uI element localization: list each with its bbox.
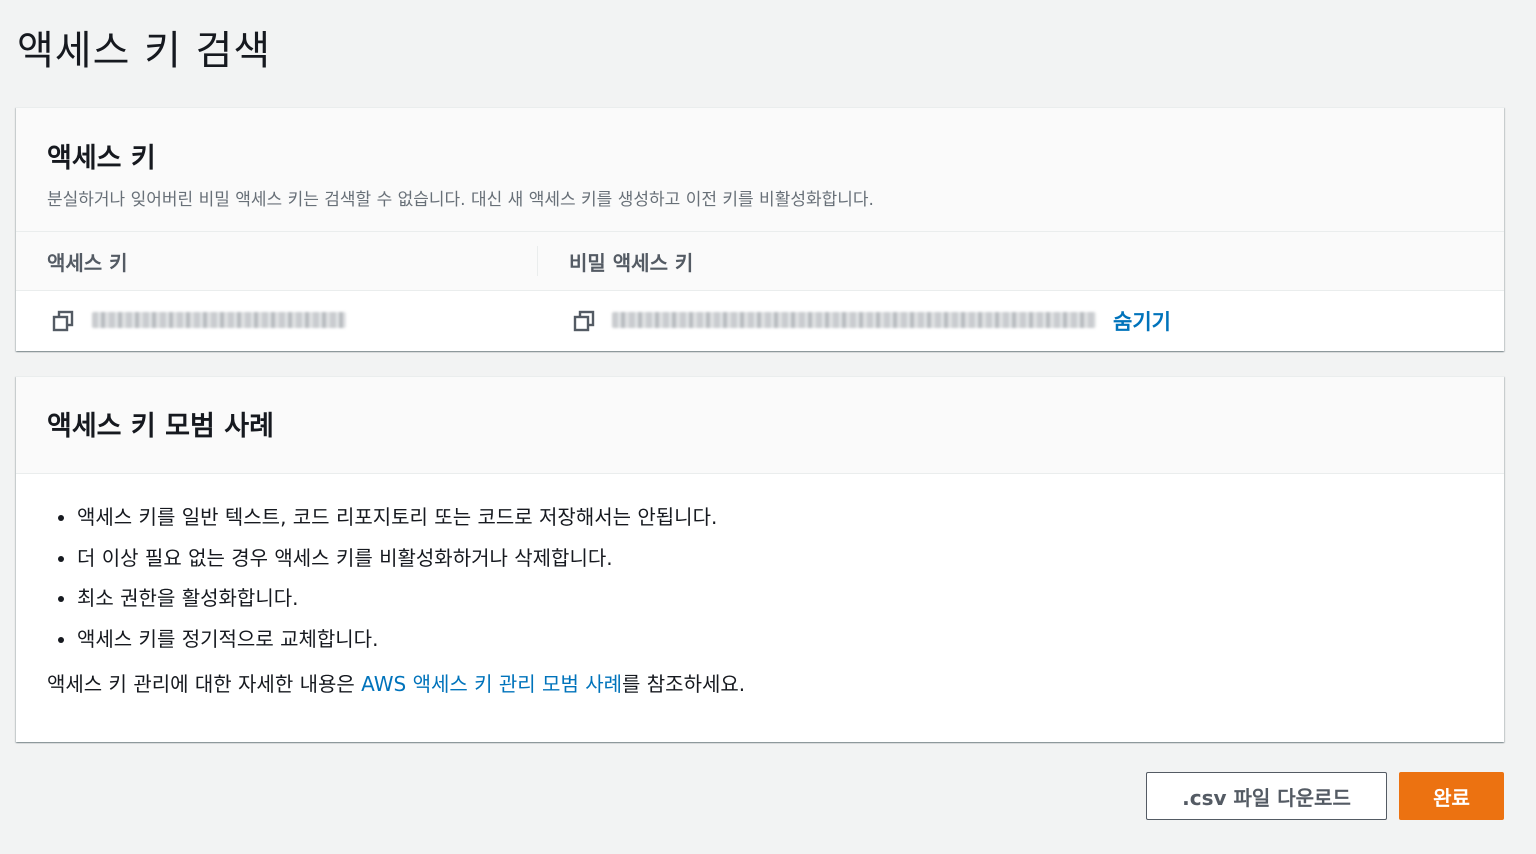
access-key-panel-header: 액세스 키 분실하거나 잊어버린 비밀 액세스 키는 검색할 수 없습니다. 대… [16, 108, 1504, 232]
copy-icon[interactable] [52, 310, 74, 332]
note-suffix: 를 참조하세요. [622, 672, 746, 696]
access-key-panel: 액세스 키 분실하거나 잊어버린 비밀 액세스 키는 검색할 수 없습니다. 대… [16, 107, 1504, 351]
best-practices-link[interactable]: AWS 액세스 키 관리 모범 사례 [361, 672, 622, 696]
best-practices-note: 액세스 키 관리에 대한 자세한 내용은 AWS 액세스 키 관리 모범 사례를… [47, 669, 1473, 699]
column-header-access-key: 액세스 키 [47, 251, 128, 275]
copy-icon[interactable] [573, 310, 595, 332]
done-button[interactable]: 완료 [1399, 772, 1504, 820]
hide-secret-link[interactable]: 숨기기 [1113, 306, 1171, 336]
best-practices-list: 액세스 키를 일반 텍스트, 코드 리포지토리 또는 코드로 저장해서는 안됩니… [47, 502, 1473, 664]
list-item: 액세스 키를 일반 텍스트, 코드 리포지토리 또는 코드로 저장해서는 안됩니… [77, 502, 1473, 543]
best-practices-body: 액세스 키를 일반 텍스트, 코드 리포지토리 또는 코드로 저장해서는 안됩니… [16, 474, 1504, 699]
access-key-panel-title: 액세스 키 [47, 143, 156, 174]
list-item: 최소 권한을 활성화합니다. [77, 583, 1473, 624]
page-title: 액세스 키 검색 [17, 28, 272, 74]
access-key-panel-description: 분실하거나 잊어버린 비밀 액세스 키는 검색할 수 없습니다. 대신 새 액세… [47, 190, 874, 210]
column-header-secret-key: 비밀 액세스 키 [569, 251, 694, 275]
best-practices-panel-header: 액세스 키 모범 사례 [16, 377, 1504, 474]
best-practices-panel: 액세스 키 모범 사례 액세스 키를 일반 텍스트, 코드 리포지토리 또는 코… [16, 376, 1504, 742]
column-divider [537, 246, 538, 276]
download-csv-button[interactable]: .csv 파일 다운로드 [1146, 772, 1387, 820]
best-practices-panel-title: 액세스 키 모범 사례 [47, 411, 274, 442]
list-item: 액세스 키를 정기적으로 교체합니다. [77, 624, 1473, 665]
key-table-row: 숨기기 [16, 291, 1504, 351]
list-item: 더 이상 필요 없는 경우 액세스 키를 비활성화하거나 삭제합니다. [77, 543, 1473, 584]
secret-access-key-value[interactable] [612, 312, 1096, 328]
note-prefix: 액세스 키 관리에 대한 자세한 내용은 [47, 672, 362, 696]
access-key-value[interactable] [92, 312, 346, 328]
key-table-header: 액세스 키 비밀 액세스 키 [16, 232, 1504, 291]
